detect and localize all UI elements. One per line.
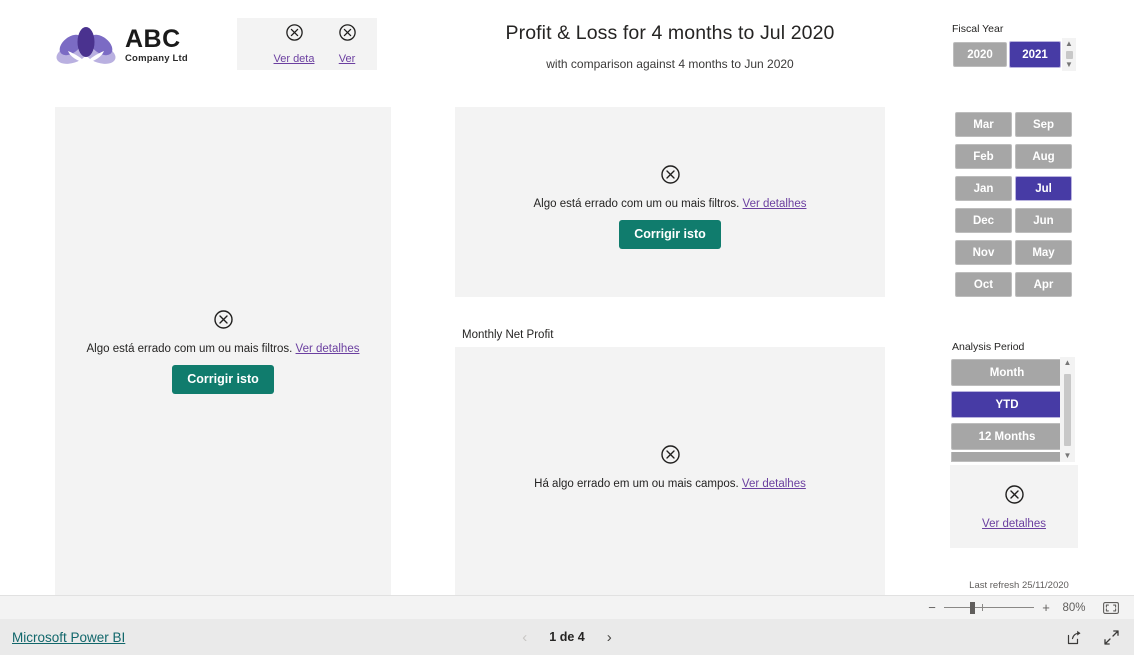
zoom-slider-rail <box>944 606 1034 608</box>
report-canvas: ABC Company Ltd Ver deta Ver Profit & Lo… <box>0 0 1134 595</box>
view-details-link[interactable]: Ver detalhes <box>742 478 806 490</box>
zoom-slider[interactable] <box>944 601 1034 615</box>
view-details-link[interactable]: Ver deta <box>274 53 315 65</box>
filter-error-block: Algo está errado com um ou mais filtros.… <box>55 310 391 394</box>
view-details-link[interactable]: Ver detalhes <box>982 518 1046 530</box>
month-option-feb[interactable]: Feb <box>955 144 1012 169</box>
error-circle-x-icon <box>312 24 382 46</box>
center-top-visual-container: Algo está errado com um ou mais filtros.… <box>455 107 885 297</box>
month-option-aug[interactable]: Aug <box>1015 144 1072 169</box>
month-option-may[interactable]: May <box>1015 240 1072 265</box>
fiscal-year-scrollbar[interactable]: ▲ ▼ <box>1062 38 1076 71</box>
filter-error-block: Algo está errado com um ou mais filtros.… <box>455 165 885 249</box>
mini-error-2: Ver <box>312 24 382 65</box>
scroll-thumb[interactable] <box>1065 50 1073 59</box>
zoom-out-button[interactable]: − <box>924 601 940 614</box>
fiscal-year-option-2021[interactable]: 2021 <box>1009 41 1061 68</box>
toolbar-actions <box>1066 629 1120 646</box>
month-option-mar[interactable]: Mar <box>955 112 1012 137</box>
view-details-link[interactable]: Ver <box>339 53 356 65</box>
analysis-period-label: Analysis Period <box>952 341 1025 353</box>
month-option-dec[interactable]: Dec <box>955 208 1012 233</box>
error-circle-x-icon <box>55 310 391 334</box>
analysis-period-option-12-months[interactable]: 12 Months <box>951 423 1063 450</box>
page-subtitle: with comparison against 4 months to Jun … <box>546 57 794 71</box>
previous-page-chevron-left-icon[interactable]: ‹ <box>522 630 527 645</box>
fit-to-page-icon[interactable] <box>1100 600 1122 616</box>
lotus-flower-logo-icon <box>55 23 117 67</box>
share-icon[interactable] <box>1066 629 1083 646</box>
fullscreen-expand-icon[interactable] <box>1103 629 1120 646</box>
month-option-nov[interactable]: Nov <box>955 240 1012 265</box>
fix-this-button[interactable]: Corrigir isto <box>619 220 721 249</box>
fix-this-button[interactable]: Corrigir isto <box>172 365 274 394</box>
company-name: ABC <box>125 24 181 53</box>
scroll-down-icon[interactable]: ▼ <box>1065 61 1073 69</box>
top-error-visual: Ver deta Ver <box>237 18 377 70</box>
month-option-sep[interactable]: Sep <box>1015 112 1072 137</box>
company-logo: ABC Company Ltd <box>55 16 230 74</box>
month-option-jul[interactable]: Jul <box>1015 176 1072 201</box>
bottom-toolbar: Microsoft Power BI ‹ 1 de 4 › <box>0 619 1134 655</box>
month-option-jun[interactable]: Jun <box>1015 208 1072 233</box>
analysis-period-option-ytd[interactable]: YTD <box>951 391 1063 418</box>
error-block: Ver detalhes <box>950 485 1078 530</box>
zoom-toolbar: − + 80% <box>0 595 1134 619</box>
error-message: Algo está errado com um ou mais filtros. <box>533 198 740 210</box>
scroll-up-icon[interactable]: ▲ <box>1064 359 1072 367</box>
zoom-slider-tick <box>982 603 983 611</box>
analysis-period-partial-option[interactable] <box>951 452 1063 462</box>
fiscal-year-label: Fiscal Year <box>952 23 1004 35</box>
company-subtitle: Company Ltd <box>125 52 188 64</box>
page-indicator: 1 de 4 <box>549 630 585 644</box>
view-details-link[interactable]: Ver detalhes <box>296 343 360 355</box>
right-error-visual: Ver detalhes <box>950 465 1078 548</box>
view-details-link[interactable]: Ver detalhes <box>743 198 807 210</box>
left-visual-container: Algo está errado com um ou mais filtros.… <box>55 107 391 595</box>
fiscal-year-option-2020[interactable]: 2020 <box>953 42 1007 67</box>
analysis-period-option-month[interactable]: Month <box>951 359 1063 386</box>
monthly-net-profit-title: Monthly Net Profit <box>462 329 554 341</box>
month-option-jan[interactable]: Jan <box>955 176 1012 201</box>
zoom-level-label: 80% <box>1062 601 1086 614</box>
fields-error-block: Há algo errado em um ou mais campos. Ver… <box>455 445 885 490</box>
analysis-period-scrollbar[interactable]: ▲ ▼ <box>1060 357 1075 462</box>
zoom-in-button[interactable]: + <box>1038 601 1054 614</box>
page-navigation: ‹ 1 de 4 › <box>0 630 1134 645</box>
error-circle-x-icon <box>950 485 1078 509</box>
error-circle-x-icon <box>455 445 885 469</box>
last-refresh-text: Last refresh 25/11/2020 <box>969 580 1069 591</box>
scroll-up-icon[interactable]: ▲ <box>1065 40 1073 48</box>
error-message: Há algo errado em um ou mais campos. <box>534 478 739 490</box>
error-circle-x-icon <box>455 165 885 189</box>
page-title: Profit & Loss for 4 months to Jul 2020 <box>505 22 835 44</box>
month-option-oct[interactable]: Oct <box>955 272 1012 297</box>
zoom-slider-handle[interactable] <box>970 601 975 614</box>
monthly-net-profit-visual: Há algo errado em um ou mais campos. Ver… <box>455 347 885 595</box>
scroll-thumb[interactable] <box>1064 373 1071 446</box>
next-page-chevron-right-icon[interactable]: › <box>607 630 612 645</box>
scroll-down-icon[interactable]: ▼ <box>1064 452 1072 460</box>
error-message: Algo está errado com um ou mais filtros. <box>86 343 293 355</box>
month-option-apr[interactable]: Apr <box>1015 272 1072 297</box>
